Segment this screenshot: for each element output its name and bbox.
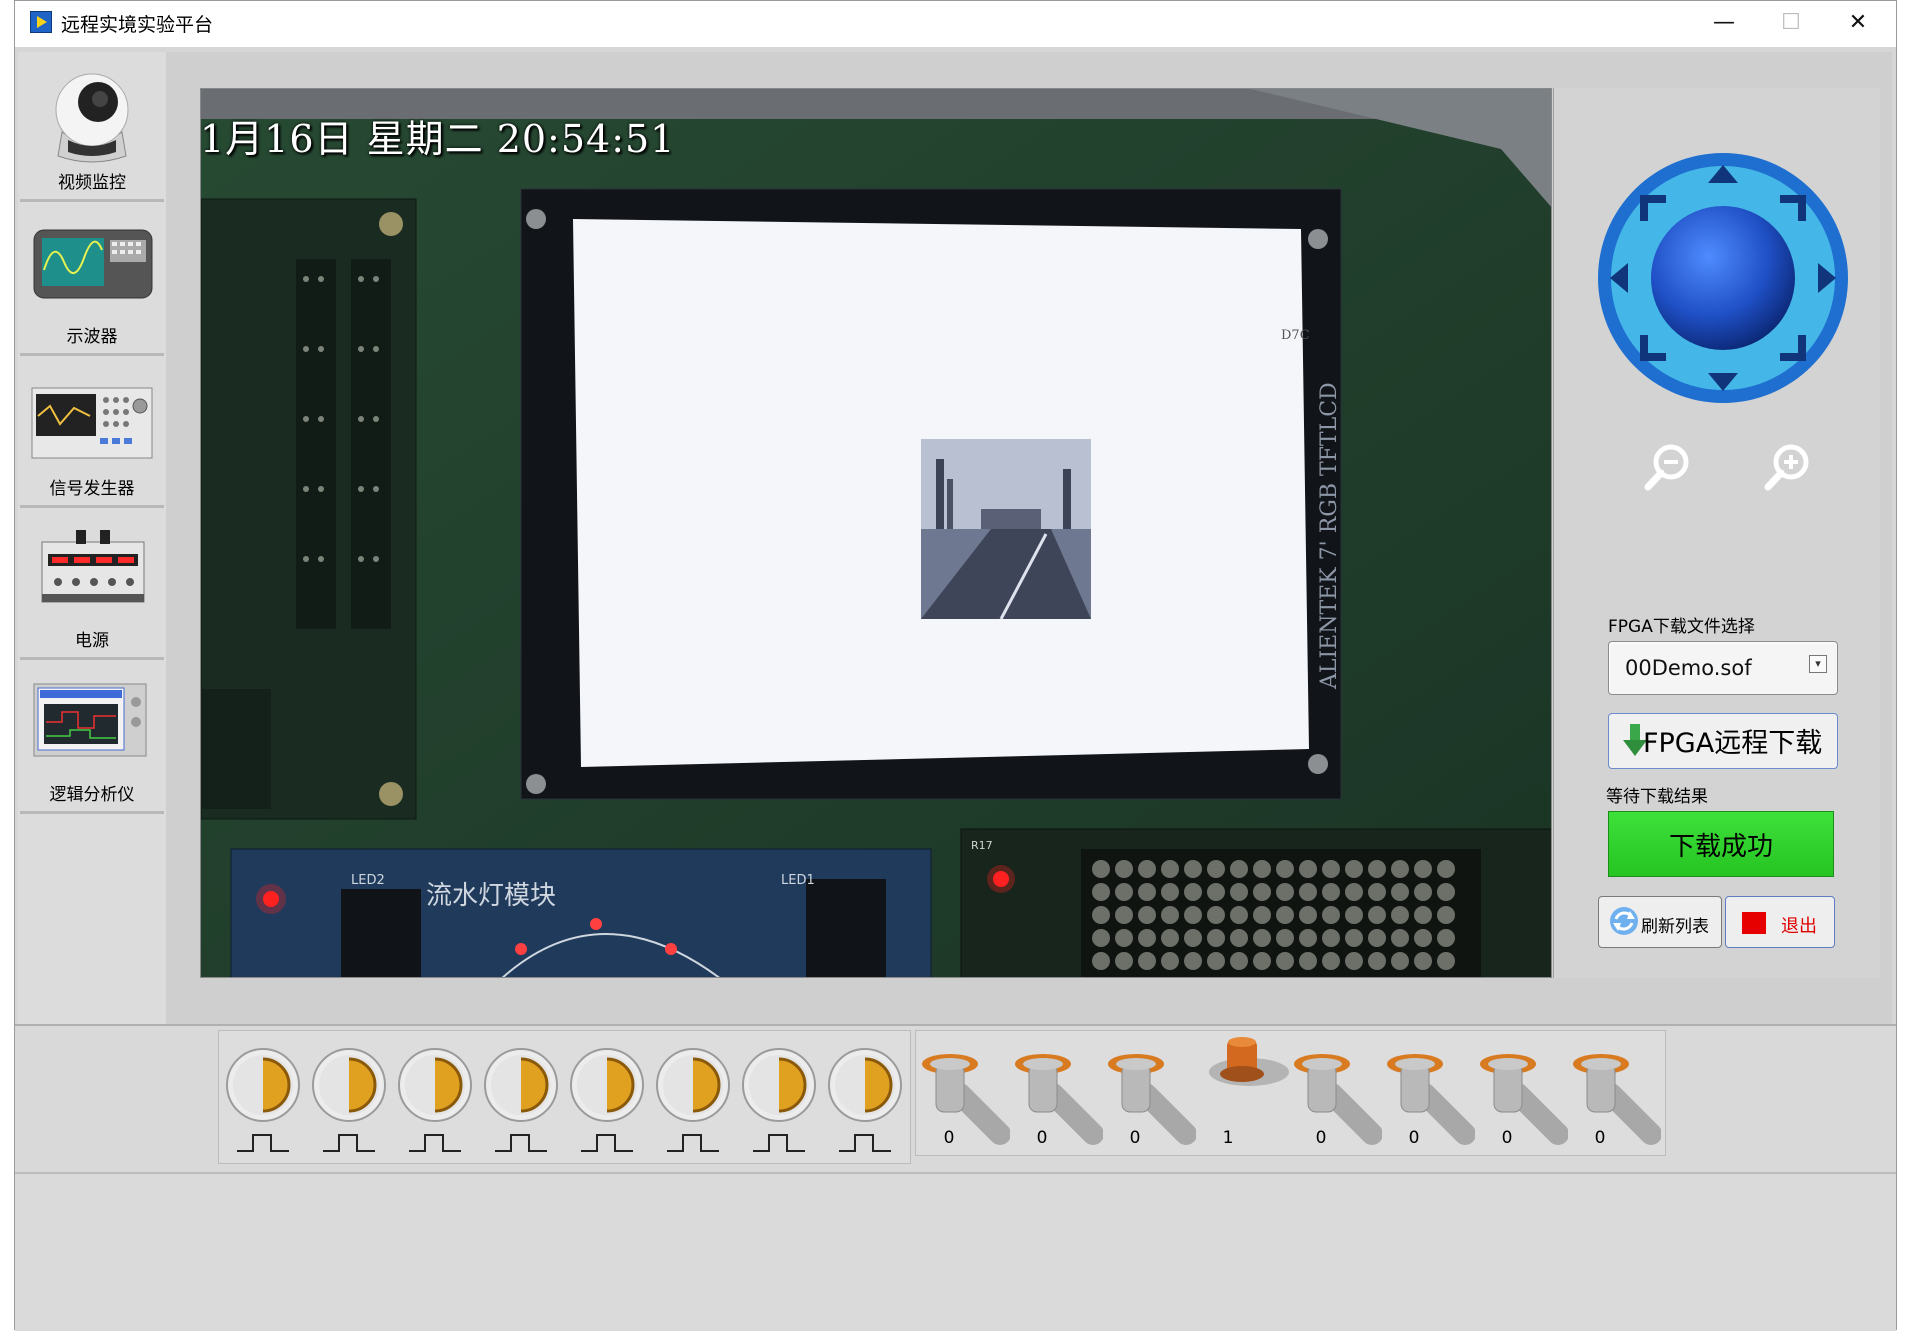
result-label: 等待下载结果: [1606, 787, 1708, 807]
file-select-value: 00Demo.sof: [1625, 656, 1752, 680]
video-feed[interactable]: D7C ALIENTEK 7' RGB TFTLCD R17 流水灯模块 LED…: [200, 88, 1552, 978]
sidebar-item-signal-generator[interactable]: 信号发生器: [20, 358, 164, 508]
logic-analyzer-icon: [33, 683, 147, 757]
maximize-button[interactable]: ☐: [1757, 0, 1825, 46]
switch-value: 0: [1594, 1128, 1606, 1148]
push-button[interactable]: [311, 1047, 387, 1123]
lcd-brand-label: ALIENTEK 7' RGB TFTLCD: [1317, 382, 1342, 690]
stop-icon: [1742, 912, 1766, 934]
pulse-icon: [237, 1134, 289, 1152]
zoom-out-icon[interactable]: [1642, 442, 1692, 492]
tool-sidebar: 视频监控 示波器 信号发生器 电源 逻辑分析仪: [18, 52, 167, 1024]
toggle-switch[interactable]: [1292, 1034, 1382, 1146]
pulse-icon: [839, 1134, 891, 1152]
toggle-switch[interactable]: [1571, 1034, 1661, 1146]
sidebar-item-label: 电源: [75, 631, 109, 651]
push-button[interactable]: [225, 1047, 301, 1123]
led1-label: LED1: [781, 873, 815, 888]
pulse-icon: [753, 1134, 805, 1152]
lcd-photo: [921, 439, 1091, 620]
oscilloscope-icon: [33, 229, 153, 299]
download-result-text: 下载成功: [1668, 832, 1773, 862]
led2-label: LED2: [351, 873, 385, 888]
sidebar-item-label: 信号发生器: [49, 479, 135, 499]
window-title: 远程实境实验平台: [61, 14, 214, 36]
exit-label: 退出: [1781, 916, 1817, 937]
pulse-icon: [581, 1134, 633, 1152]
pulse-icon: [323, 1134, 375, 1152]
switch-value: 0: [1315, 1128, 1327, 1148]
pulse-icon: [409, 1134, 461, 1152]
push-button[interactable]: [655, 1047, 731, 1123]
sidebar-item-power[interactable]: 电源: [20, 510, 164, 660]
power-supply-icon: [41, 530, 145, 603]
sidebar-item-video-monitor[interactable]: 视频监控: [20, 52, 164, 202]
svg-text:D7C: D7C: [1281, 328, 1310, 343]
push-button[interactable]: [483, 1047, 559, 1123]
fpga-download-label: FPGA远程下载: [1643, 728, 1823, 759]
refresh-icon: [1610, 907, 1638, 935]
toggle-switch[interactable]: [1385, 1034, 1475, 1146]
file-select-label: FPGA下载文件选择: [1608, 617, 1755, 637]
toggle-switch[interactable]: [1199, 1034, 1289, 1146]
zoom-in-icon[interactable]: [1762, 442, 1812, 492]
toggle-switch[interactable]: [920, 1034, 1010, 1146]
push-button[interactable]: [827, 1047, 903, 1123]
status-area: [15, 1172, 1896, 1331]
push-button[interactable]: [397, 1047, 473, 1123]
toggle-switch[interactable]: [1106, 1034, 1196, 1146]
toggle-switch[interactable]: [1478, 1034, 1568, 1146]
sidebar-item-oscilloscope[interactable]: 示波器: [20, 206, 164, 356]
sidebar-item-label: 示波器: [66, 327, 118, 347]
sidebar-item-label: 逻辑分析仪: [49, 785, 135, 805]
toggle-switch[interactable]: [1013, 1034, 1103, 1146]
push-button[interactable]: [741, 1047, 817, 1123]
app-logo-icon: [30, 11, 52, 33]
chevron-down-icon[interactable]: ▾: [1809, 655, 1827, 673]
push-button[interactable]: [569, 1047, 645, 1123]
switch-value: 1: [1222, 1128, 1234, 1148]
sidebar-item-label: 视频监控: [58, 173, 126, 193]
video-timestamp: 1月16日 星期二 20:54:51: [200, 117, 676, 161]
fpga-board-image: D7C ALIENTEK 7' RGB TFTLCD R17 流水灯模块 LED…: [201, 89, 1551, 977]
refresh-list-label: 刷新列表: [1641, 917, 1709, 937]
ptz-joystick[interactable]: [1596, 151, 1850, 405]
switch-value: 0: [1501, 1128, 1513, 1148]
sidebar-item-logic-analyzer[interactable]: 逻辑分析仪: [20, 664, 164, 814]
minimize-button[interactable]: —: [1690, 0, 1758, 46]
pulse-icon: [667, 1134, 719, 1152]
switch-value: 0: [1129, 1128, 1141, 1148]
led-module-label: 流水灯模块: [426, 881, 556, 911]
close-button[interactable]: ✕: [1824, 0, 1892, 46]
switch-value: 0: [943, 1128, 955, 1148]
camera-icon: [55, 73, 129, 163]
switch-value: 0: [1408, 1128, 1420, 1148]
switch-value: 0: [1036, 1128, 1048, 1148]
r17-label: R17: [971, 839, 993, 852]
signal-generator-icon: [31, 387, 153, 459]
title-bar: [15, 1, 1896, 47]
pulse-icon: [495, 1134, 547, 1152]
